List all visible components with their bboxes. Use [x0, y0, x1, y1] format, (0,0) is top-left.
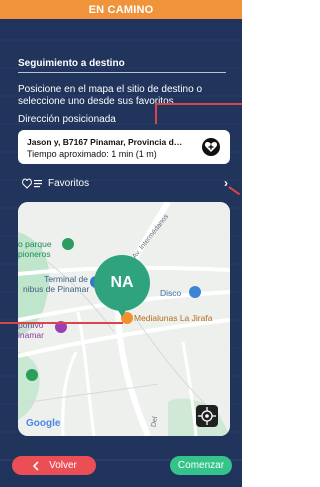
screen: EN CAMINO Seguimiento a destino Posicion… — [0, 0, 242, 487]
chevron-right-icon[interactable]: › — [224, 176, 228, 190]
place-medialunas: Medialunas La Jirafa — [134, 313, 213, 323]
position-label: Dirección posicionada — [18, 114, 116, 125]
annotation-line-left — [0, 322, 123, 324]
marker-tail — [115, 305, 129, 317]
divider — [18, 72, 226, 73]
start-button[interactable]: Comenzar — [170, 456, 232, 475]
chevron-left-icon — [33, 461, 39, 470]
section-title: Seguimiento a destino — [18, 58, 125, 69]
heart-list-icon — [22, 178, 42, 189]
place-parque: o parque pioneros — [18, 239, 52, 259]
favorites-row[interactable]: Favoritos › — [22, 176, 228, 190]
estimated-time: Tiempo aproximado: 1 min (1 m) — [27, 149, 157, 159]
map-view[interactable]: o parque pioneros Terminal de nibus de P… — [18, 202, 230, 436]
favorites-label: Favoritos — [48, 177, 90, 189]
top-bar: EN CAMINO — [0, 0, 242, 19]
shop-pin — [189, 286, 201, 298]
locate-button[interactable] — [196, 405, 218, 427]
google-logo: Google — [26, 418, 61, 429]
green-pin — [26, 369, 38, 381]
marker-label: NA — [110, 274, 134, 291]
annotation-line-top — [155, 103, 242, 105]
address-text: Jason y, B7167 Pinamar, Provincia de ... — [27, 137, 187, 147]
place-terminal: Terminal de nibus de Pinamar — [23, 274, 90, 294]
park-pin — [62, 238, 74, 250]
back-button[interactable]: Volver — [12, 456, 96, 475]
place-disco: Disco — [160, 288, 182, 298]
crosshair-icon — [198, 407, 216, 425]
street-label-2: Del — [150, 416, 160, 428]
add-favorite-button[interactable] — [202, 138, 220, 156]
heart-plus-icon — [204, 142, 218, 152]
address-card[interactable]: Jason y, B7167 Pinamar, Provincia de ...… — [18, 130, 230, 164]
start-label: Comenzar — [177, 460, 225, 471]
annotation-line-top-vertical — [155, 103, 157, 124]
destination-marker[interactable]: NA — [94, 255, 150, 311]
back-label: Volver — [49, 460, 77, 471]
screen-title: EN CAMINO — [88, 3, 154, 16]
